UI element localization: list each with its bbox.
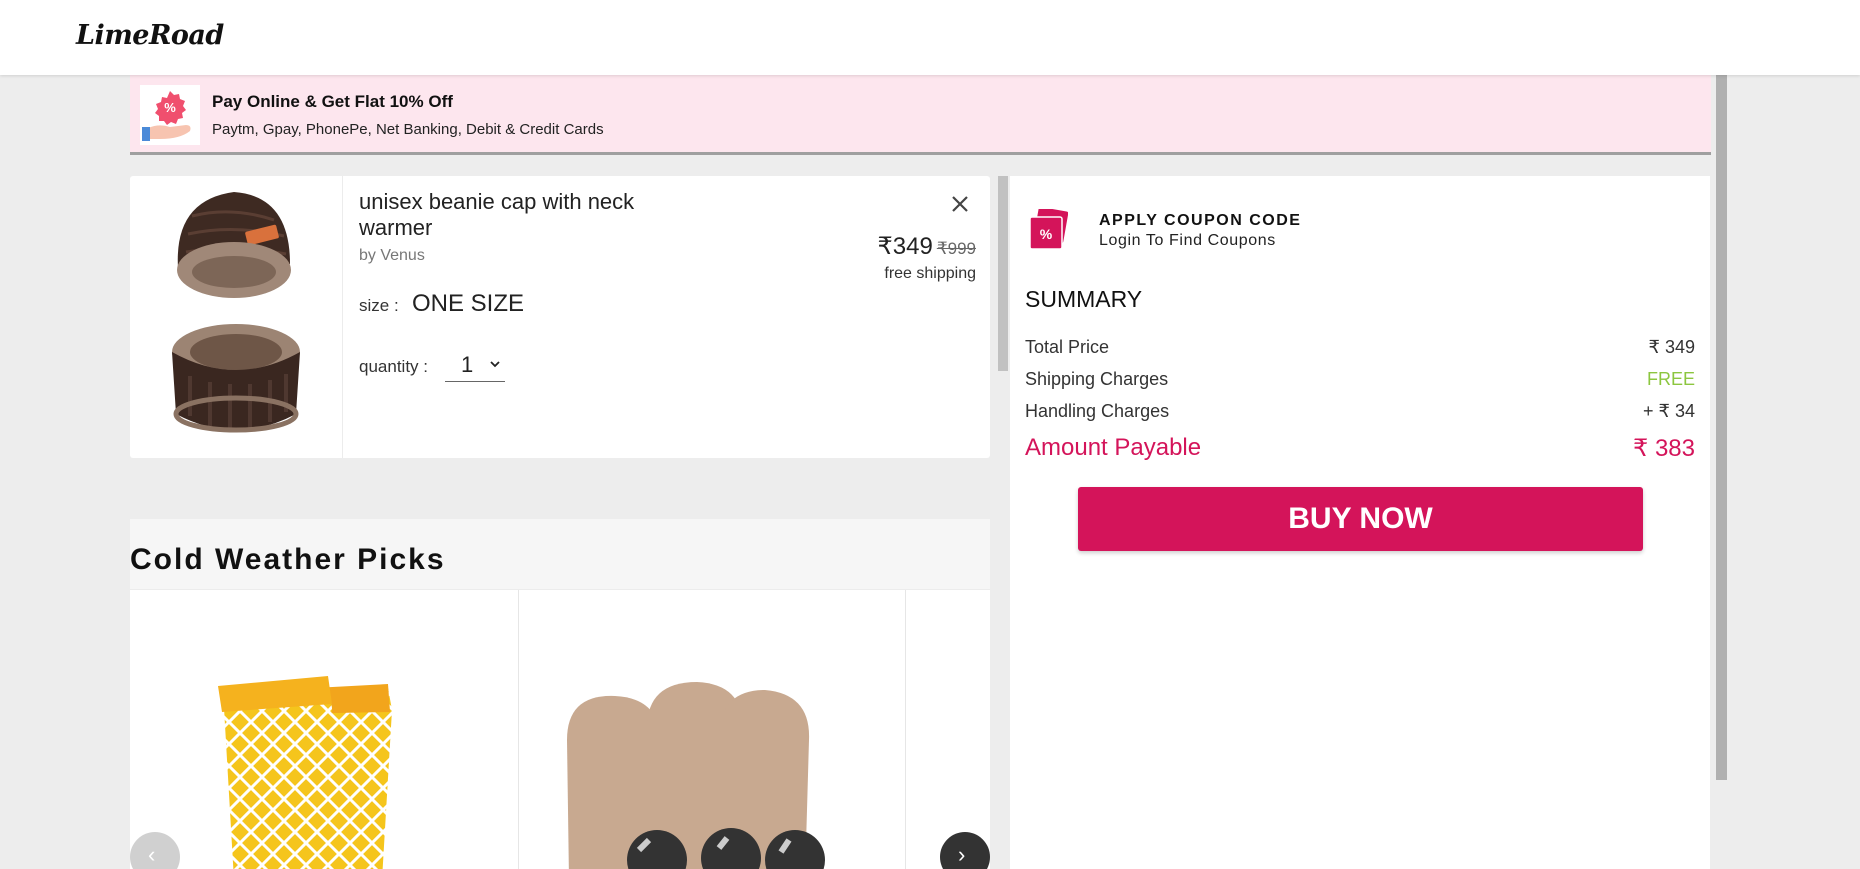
recommendations-carousel: Cold Weather Picks [130, 519, 990, 869]
chevron-left-icon: ‹ [148, 842, 156, 867]
chevron-down-icon [489, 357, 501, 373]
payable-value: ₹ 383 [1633, 435, 1695, 462]
cart-scrollbar[interactable] [998, 176, 1008, 371]
login-coupons-link[interactable]: Login To Find Coupons [1099, 232, 1276, 250]
size-label: size : [359, 296, 399, 315]
total-price-row: Total Price ₹ 349 [1025, 337, 1695, 358]
buy-now-button[interactable]: BUY NOW [1078, 487, 1643, 551]
chevron-right-icon: › [958, 842, 966, 867]
apply-coupon-link[interactable]: APPLY COUPON CODE [1099, 212, 1301, 230]
amount-payable-row: Amount Payable ₹ 383 [1025, 434, 1695, 462]
shipping-charges-row: Shipping Charges FREE [1025, 369, 1695, 390]
product-brand[interactable]: by Venus [359, 247, 425, 265]
discount-hand-icon: % [140, 85, 200, 145]
site-header: LimeRoad [0, 0, 1860, 75]
size-value: ONE SIZE [412, 290, 525, 317]
mrp-price: ₹999 [936, 239, 976, 258]
quantity-select[interactable]: 1 [445, 352, 505, 382]
product-name[interactable]: unisex beanie cap with neck warmer [359, 189, 659, 241]
summary-title: SUMMARY [1025, 286, 1143, 312]
handling-charges-row: Handling Charges + ₹ 34 [1025, 401, 1695, 422]
row-label: Handling Charges [1025, 401, 1170, 421]
reco-product-card[interactable] [519, 590, 906, 869]
row-label: Total Price [1025, 337, 1110, 357]
beige-socks-image [567, 682, 825, 869]
row-label: Shipping Charges [1025, 369, 1169, 389]
sale-price: ₹349 [877, 233, 933, 260]
svg-text:%: % [1040, 226, 1053, 242]
reco-product-card[interactable] [906, 590, 990, 869]
row-value: FREE [1646, 369, 1695, 389]
cart-item-card: unisex beanie cap with neck warmer by Ve… [130, 176, 990, 458]
coupon-icon[interactable]: % [1028, 206, 1069, 251]
offer-subtitle: Paytm, Gpay, PhonePe, Net Banking, Debit… [212, 121, 604, 138]
payment-offer-banner: % Pay Online & Get Flat 10% Off Paytm, G… [130, 75, 1711, 155]
limeroad-logo[interactable]: LimeRoad [76, 20, 224, 51]
quantity-value: 1 [461, 352, 474, 377]
row-value: + ₹ 34 [1643, 401, 1695, 421]
row-value: ₹ 349 [1648, 337, 1696, 357]
recommendations-header: Cold Weather Picks [130, 519, 990, 590]
quantity-label: quantity : [359, 357, 428, 376]
offer-title: Pay Online & Get Flat 10% Off [212, 92, 453, 111]
item-price: ₹349 ₹999 [878, 232, 977, 261]
product-image[interactable] [130, 176, 343, 458]
yellow-socks-image [218, 676, 392, 869]
order-summary-panel: % APPLY COUPON CODE Login To Find Coupon… [1010, 176, 1710, 869]
free-shipping-label: free shipping [884, 265, 976, 282]
payable-label: Amount Payable [1025, 434, 1202, 461]
recommendations-title: Cold Weather Picks [130, 543, 446, 576]
remove-item-close-icon[interactable] [946, 190, 974, 218]
page-scrollbar[interactable] [1716, 75, 1727, 780]
svg-text:%: % [164, 100, 176, 115]
reco-product-card[interactable] [130, 590, 519, 869]
